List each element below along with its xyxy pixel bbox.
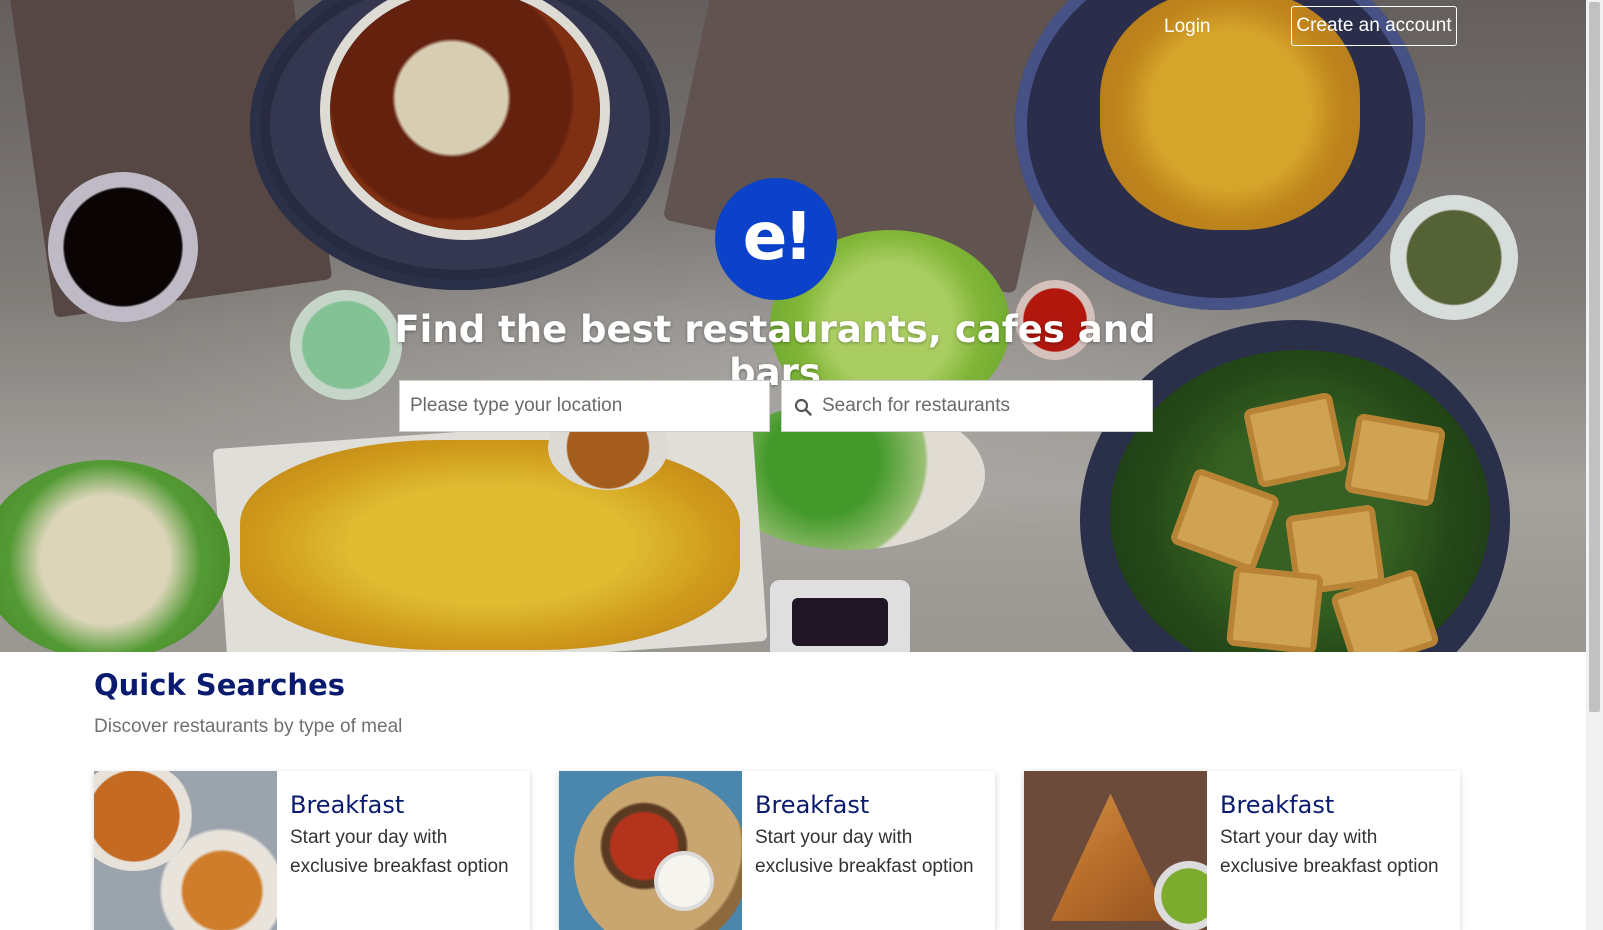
restaurant-search-input[interactable] <box>822 381 1152 431</box>
card-title: Breakfast <box>290 791 405 819</box>
quick-search-card[interactable]: Breakfast Start your day with exclusive … <box>1024 771 1460 930</box>
meal-image <box>559 771 742 930</box>
card-description: Start your day with exclusive breakfast … <box>290 827 509 877</box>
quick-search-card[interactable]: Breakfast Start your day with exclusive … <box>559 771 995 930</box>
page-scrollbar-thumb[interactable] <box>1589 2 1600 712</box>
meal-image <box>1024 771 1207 930</box>
quick-search-card[interactable]: Breakfast Start your day with exclusive … <box>94 771 530 930</box>
card-title: Breakfast <box>1220 791 1335 819</box>
meal-image <box>94 771 277 930</box>
card-description: Start your day with exclusive breakfast … <box>1220 827 1439 877</box>
card-description: Start your day with exclusive breakfast … <box>755 827 974 877</box>
create-account-button[interactable]: Create an account <box>1291 6 1457 46</box>
quick-searches-subtitle: Discover restaurants by type of meal <box>94 716 403 737</box>
brand-logo: e! <box>715 178 837 300</box>
location-input[interactable] <box>410 381 769 431</box>
location-search-box <box>399 380 770 432</box>
card-title: Breakfast <box>755 791 870 819</box>
hero-banner: Login Create an account e! Find the best… <box>0 0 1586 652</box>
restaurant-search-box <box>781 380 1153 432</box>
quick-searches-title: Quick Searches <box>94 668 346 702</box>
search-icon <box>794 398 812 416</box>
login-link[interactable]: Login <box>1164 12 1211 42</box>
